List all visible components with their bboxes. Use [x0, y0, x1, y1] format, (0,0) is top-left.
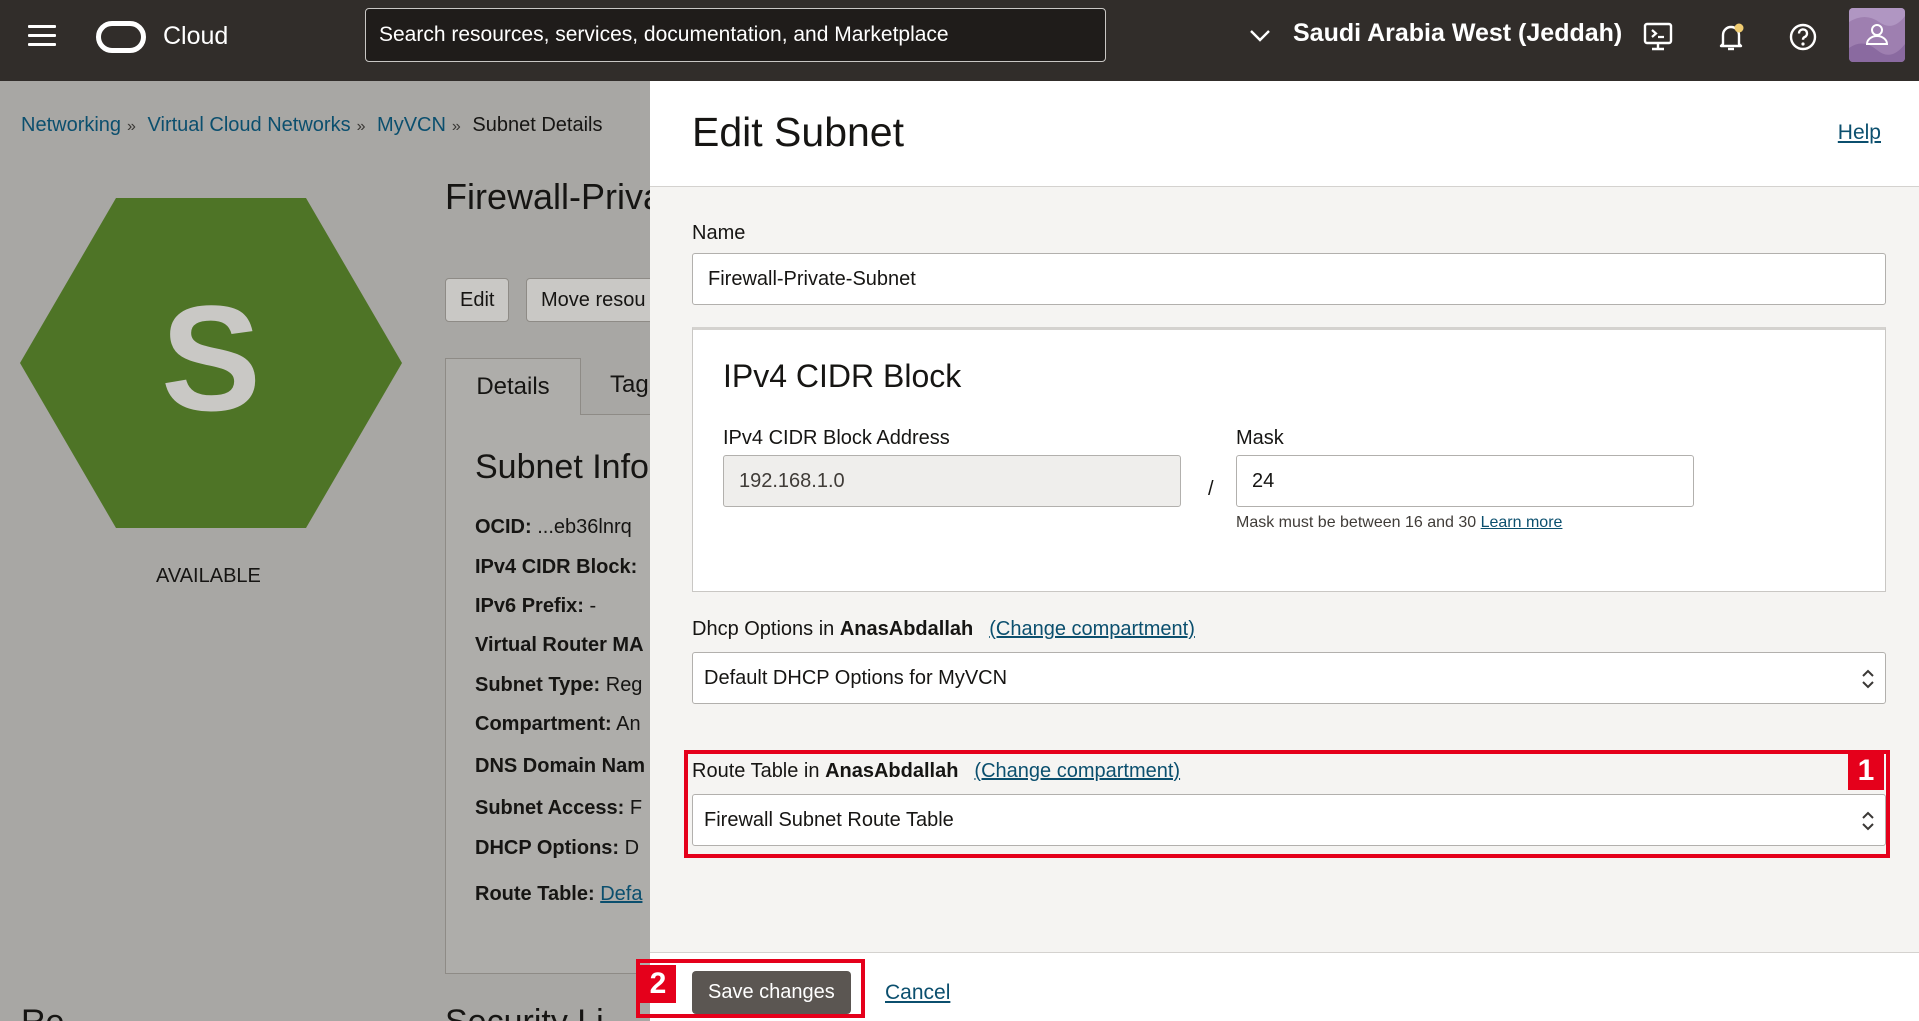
- breadcrumb-networking[interactable]: Networking: [21, 114, 121, 136]
- cidr-block-section: IPv4 CIDR Block IPv4 CIDR Block Address …: [692, 327, 1886, 592]
- step-badge-1: 1: [1848, 752, 1884, 790]
- edit-button[interactable]: Edit: [445, 278, 510, 322]
- hexagon-letter: S: [161, 274, 261, 442]
- edit-subnet-drawer: Edit Subnet Help Name Firewall-Private-S…: [636, 81, 1919, 1021]
- info-row: Compartment: An: [475, 713, 641, 735]
- breadcrumb-myvcn[interactable]: MyVCN: [377, 114, 446, 136]
- help-link[interactable]: Help: [1838, 121, 1881, 145]
- info-row: DNS Domain Nam: [475, 755, 646, 777]
- cancel-link[interactable]: Cancel: [885, 981, 950, 1005]
- name-input[interactable]: Firewall-Private-Subnet: [692, 253, 1886, 305]
- mask-label: Mask: [1236, 427, 1284, 449]
- highlight-box-route-table: [684, 750, 1890, 858]
- info-row: DHCP Options: D: [475, 837, 640, 859]
- cloud-shell-icon[interactable]: [1641, 20, 1675, 54]
- mask-hint: Mask must be between 16 and 30 Learn mor…: [1236, 514, 1563, 531]
- cidr-address-input: 192.168.1.0: [723, 455, 1181, 507]
- dhcp-change-compartment-link[interactable]: (Change compartment): [989, 618, 1195, 640]
- info-row: IPv4 CIDR Block:: [475, 556, 638, 578]
- user-avatar[interactable]: [1849, 8, 1905, 62]
- chevron-down-icon[interactable]: [1248, 24, 1272, 48]
- search-input[interactable]: Search resources, services, documentatio…: [365, 8, 1106, 62]
- cidr-separator: /: [1208, 478, 1214, 500]
- status-label: AVAILABLE: [156, 565, 261, 587]
- subnet-info-heading: Subnet Info: [475, 448, 649, 486]
- dhcp-options-select[interactable]: Default DHCP Options for MyVCN: [692, 652, 1886, 704]
- info-row: Route Table: Defa: [475, 883, 643, 905]
- cidr-heading: IPv4 CIDR Block: [723, 358, 962, 394]
- info-row: IPv6 Prefix: -: [475, 595, 597, 617]
- dhcp-selected-value: Default DHCP Options for MyVCN: [704, 666, 1008, 689]
- page-title: Firewall-Priva: [445, 176, 650, 217]
- menu-icon[interactable]: [28, 25, 56, 47]
- subnet-details-page: Networking» Virtual Cloud Networks» MyVC…: [0, 81, 650, 1021]
- breadcrumb-current: Subnet Details: [472, 114, 603, 136]
- route-table-link[interactable]: Defa: [600, 883, 642, 905]
- dhcp-label: Dhcp Options in AnasAbdallah (Change comp…: [692, 618, 1195, 640]
- notification-bell-icon[interactable]: [1714, 20, 1748, 54]
- breadcrumb: Networking» Virtual Cloud Networks» MyVC…: [21, 114, 603, 136]
- drawer-header: Edit Subnet Help: [650, 81, 1919, 187]
- oracle-logo-icon[interactable]: [96, 21, 146, 53]
- info-row: Subnet Type: Reg: [475, 674, 643, 696]
- info-row: Virtual Router MA: [475, 634, 644, 656]
- tab-tags[interactable]: Tag: [610, 371, 649, 399]
- learn-more-link[interactable]: Learn more: [1481, 514, 1563, 531]
- help-icon[interactable]: [1786, 20, 1820, 54]
- brand-name[interactable]: Cloud: [163, 22, 228, 51]
- cidr-address-label: IPv4 CIDR Block Address: [723, 427, 950, 449]
- info-row: Subnet Access: F: [475, 797, 643, 819]
- move-resource-button[interactable]: Move resou: [526, 278, 650, 322]
- info-row: OCID: ...eb36lnrq: [475, 516, 632, 538]
- name-label: Name: [692, 222, 746, 244]
- top-header: Cloud Search resources, services, docume…: [0, 0, 1919, 81]
- region-selector[interactable]: Saudi Arabia West (Jeddah): [1293, 19, 1622, 48]
- drawer-title: Edit Subnet: [692, 109, 904, 155]
- select-arrows-icon: [1862, 669, 1874, 689]
- drawer-footer: Save changes Cancel 2: [636, 952, 1919, 1021]
- step-badge-2: 2: [640, 965, 676, 1003]
- breadcrumb-vcns[interactable]: Virtual Cloud Networks: [148, 114, 351, 136]
- user-icon: [1849, 8, 1905, 62]
- mask-input[interactable]: 24: [1236, 455, 1694, 507]
- subnet-hexagon-icon: S: [20, 198, 402, 528]
- dhcp-compartment: AnasAbdallah: [839, 618, 974, 640]
- security-lists-heading: Security Li: [445, 1003, 604, 1021]
- resources-heading: Re: [21, 1003, 64, 1021]
- tab-details[interactable]: Details: [445, 358, 581, 415]
